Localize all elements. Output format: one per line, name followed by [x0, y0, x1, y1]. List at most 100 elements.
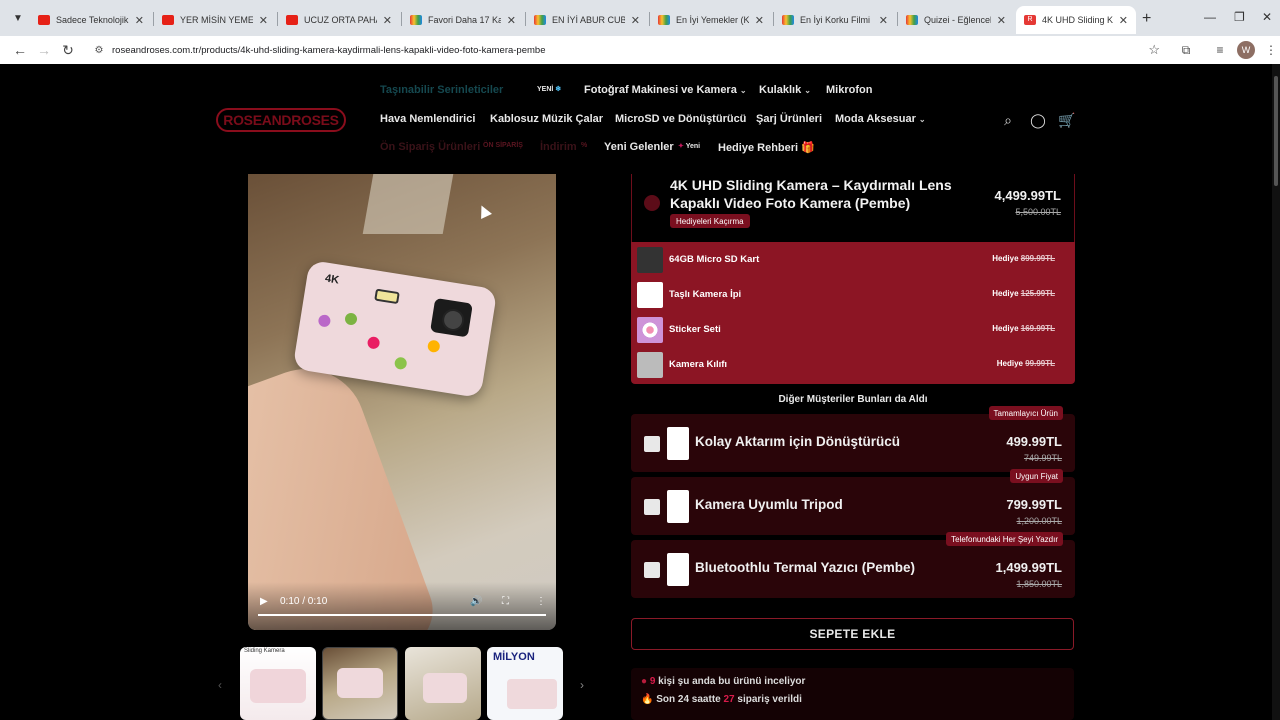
selected-radio[interactable] — [644, 195, 660, 211]
upsell-checkbox[interactable] — [644, 436, 660, 452]
forward-icon[interactable]: → — [34, 40, 54, 60]
site-logo[interactable]: ROSEANDROSES — [216, 108, 346, 132]
media-icon[interactable]: ≡ — [1211, 41, 1229, 59]
menu-item-microphone[interactable]: Mikrofon — [826, 84, 872, 96]
close-icon[interactable]: ✕ — [383, 14, 392, 27]
product-video[interactable]: 4K ▶ 0:10 / 0:10 🔊 ⛶ ⋮ — [248, 174, 556, 630]
close-icon[interactable]: ✕ — [631, 14, 640, 27]
browser-tab[interactable]: Sadece Teknolojik Ürü ✕ — [30, 6, 152, 34]
gift-row: Kamera Kılıfı Hediye 99.99TL — [631, 348, 1075, 383]
video-controls: ▶ 0:10 / 0:10 🔊 ⛶ ⋮ — [248, 582, 556, 630]
menu-item-new-arrivals[interactable]: Yeni Gelenler — [604, 141, 674, 153]
profile-avatar[interactable]: W — [1237, 41, 1255, 59]
browser-tab[interactable]: Quizei - Eğlenceli ve ✕ — [898, 6, 1014, 34]
thumbnail[interactable]: Sliding Kamera — [240, 647, 316, 720]
upsell-name: Kamera Uyumlu Tripod — [695, 497, 843, 512]
menu-item-humidifier[interactable]: Hava Nemlendirici — [380, 113, 475, 125]
close-window-icon[interactable]: ✕ — [1262, 10, 1272, 24]
account-icon[interactable]: ◯ — [1029, 111, 1047, 129]
close-icon[interactable]: ✕ — [879, 14, 888, 27]
upsell-price: 499.99TL — [1006, 434, 1062, 449]
browser-tab-active[interactable]: R 4K UHD Sliding Kame ✕ — [1016, 6, 1136, 34]
close-icon[interactable]: ✕ — [1119, 14, 1128, 27]
gift-row: Taşlı Kamera İpi Hediye 125.99TL — [631, 278, 1075, 313]
gift-price: Hediye 899.99TL — [992, 254, 1055, 263]
upsell-checkbox[interactable] — [644, 562, 660, 578]
gift-list: 64GB Micro SD Kart Hediye 899.99TL Taşlı… — [631, 242, 1075, 384]
menu-item-preorder[interactable]: Ön Sipariş Ürünleri — [380, 141, 480, 153]
sd-card-image — [637, 247, 663, 273]
tab-title: Quizei - Eğlenceli ve — [924, 15, 991, 25]
menu-item-speaker[interactable]: Kablosuz Müzik Çalar — [490, 113, 603, 125]
upsell-old-price: 1,200.00TL — [1016, 516, 1062, 526]
thumbnail-video[interactable] — [322, 647, 398, 720]
add-to-cart-button[interactable]: SEPETE EKLE — [631, 618, 1074, 650]
tab-title: En İyi Yemekler (Kar — [676, 15, 749, 25]
extensions-icon[interactable]: ⧉ — [1177, 41, 1195, 59]
menu-item-fashion[interactable]: Moda Aksesuar ⌄ — [835, 113, 926, 125]
browser-tab[interactable]: EN İYİ ABUR CUBUR ✕ — [526, 6, 648, 34]
close-icon[interactable]: ✕ — [755, 14, 764, 27]
tab-search-icon[interactable]: ▼ — [8, 8, 28, 28]
close-icon[interactable]: ✕ — [259, 14, 268, 27]
menu-item-portable-coolers[interactable]: Taşınabilir Serinleticiler — [380, 84, 503, 96]
play-icon[interactable]: ▶ — [260, 596, 268, 607]
back-icon[interactable]: ← — [10, 40, 30, 60]
volume-icon[interactable]: 🔊 — [470, 596, 482, 607]
orders-stat: 🔥 Son 24 saatte 27 sipariş verildi — [641, 694, 802, 705]
reload-icon[interactable]: ↻ — [58, 40, 78, 60]
gift-name: Kamera Kılıfı — [669, 359, 728, 370]
close-icon[interactable]: ✕ — [507, 14, 516, 27]
gift-name: 64GB Micro SD Kart — [669, 254, 760, 265]
tab-title: YER MİSİN YEMEZ Mİ — [180, 15, 253, 25]
chevron-right-icon[interactable]: › — [580, 678, 584, 692]
close-icon[interactable]: ✕ — [135, 14, 144, 27]
page: ROSEANDROSES Taşınabilir Serinleticiler … — [0, 64, 1280, 720]
chevron-left-icon[interactable]: ‹ — [218, 678, 222, 692]
video-progress-bar[interactable] — [258, 614, 546, 616]
upsell-checkbox[interactable] — [644, 499, 660, 515]
product-price: 4,499.99TL — [994, 188, 1062, 203]
thumbnail[interactable] — [405, 647, 481, 720]
menu-label: Hediye Rehberi — [718, 142, 799, 154]
tab-title: En İyi Korku Filmi (Gü — [800, 15, 873, 25]
viewers-stat: ● 9 kişi şu anda bu ürünü inceliyor — [641, 676, 806, 687]
browser-tab[interactable]: En İyi Yemekler (Kar ✕ — [650, 6, 772, 34]
menu-item-discount[interactable]: İndirim — [540, 141, 577, 153]
upsell-badge: Tamamlayıcı Ürün — [988, 406, 1063, 420]
close-icon[interactable]: ✕ — [997, 14, 1006, 27]
menu-item-headphones[interactable]: Kulaklık ⌄ — [759, 84, 811, 96]
tab-title: Sadece Teknolojik Ürü — [56, 15, 129, 25]
browser-tab[interactable]: Favori Daha 17 Karak ✕ — [402, 6, 524, 34]
more-options-icon[interactable]: ⋮ — [536, 596, 546, 607]
menu-item-microsd[interactable]: MicroSD ve Dönüştürücü — [615, 113, 746, 125]
browser-tab[interactable]: En İyi Korku Filmi (Gü ✕ — [774, 6, 896, 34]
restore-icon[interactable]: ❐ — [1234, 10, 1245, 24]
bookmark-star-icon[interactable]: ☆ — [1148, 42, 1160, 58]
menu-label: Kulaklık — [759, 84, 802, 96]
minimize-icon[interactable]: — — [1204, 10, 1216, 24]
search-icon[interactable]: ⌕ — [999, 111, 1017, 129]
upsell-item[interactable]: Uygun Fiyat Kamera Uyumlu Tripod 799.99T… — [631, 469, 1075, 535]
fullscreen-icon[interactable]: ⛶ — [502, 596, 509, 607]
discount-badge: % — [581, 142, 588, 149]
tab-title: Favori Daha 17 Karak — [428, 15, 501, 25]
menu-icon[interactable]: ⋮ — [1262, 41, 1280, 59]
upsell-item[interactable]: Telefonundaki Her Şeyi Yazdır Bluetoothl… — [631, 532, 1075, 598]
page-scrollbar[interactable] — [1272, 64, 1280, 720]
thumbnail[interactable]: MİLYON — [487, 647, 563, 720]
menu-item-cameras[interactable]: Fotoğraf Makinesi ve Kamera ⌄ — [584, 84, 747, 96]
upsell-old-price: 749.99TL — [1023, 453, 1062, 463]
browser-tab[interactable]: YER MİSİN YEMEZ Mİ ✕ — [154, 6, 276, 34]
site-info-icon[interactable]: ⚙ — [92, 43, 106, 57]
cart-icon[interactable]: 🛒 — [1058, 111, 1076, 129]
upsell-item[interactable]: Tamamlayıcı Ürün Kolay Aktarım için Dönü… — [631, 406, 1075, 472]
upsell-badge: Telefonundaki Her Şeyi Yazdır — [946, 532, 1063, 546]
quiz-icon — [410, 15, 422, 25]
product-card[interactable]: 4K UHD Sliding Kamera – Kaydırmalı Lens … — [631, 174, 1075, 242]
new-tab-icon[interactable]: + — [1142, 10, 1151, 28]
address-bar[interactable]: ⚙ roseandroses.com.tr/products/4k-uhd-sl… — [84, 38, 1170, 62]
menu-item-gift-guide[interactable]: Hediye Rehberi 🎁 — [718, 141, 815, 154]
menu-item-charging[interactable]: Şarj Ürünleri — [756, 113, 822, 125]
browser-tab[interactable]: UCUZ ORTA PAHALI ✕ — [278, 6, 400, 34]
